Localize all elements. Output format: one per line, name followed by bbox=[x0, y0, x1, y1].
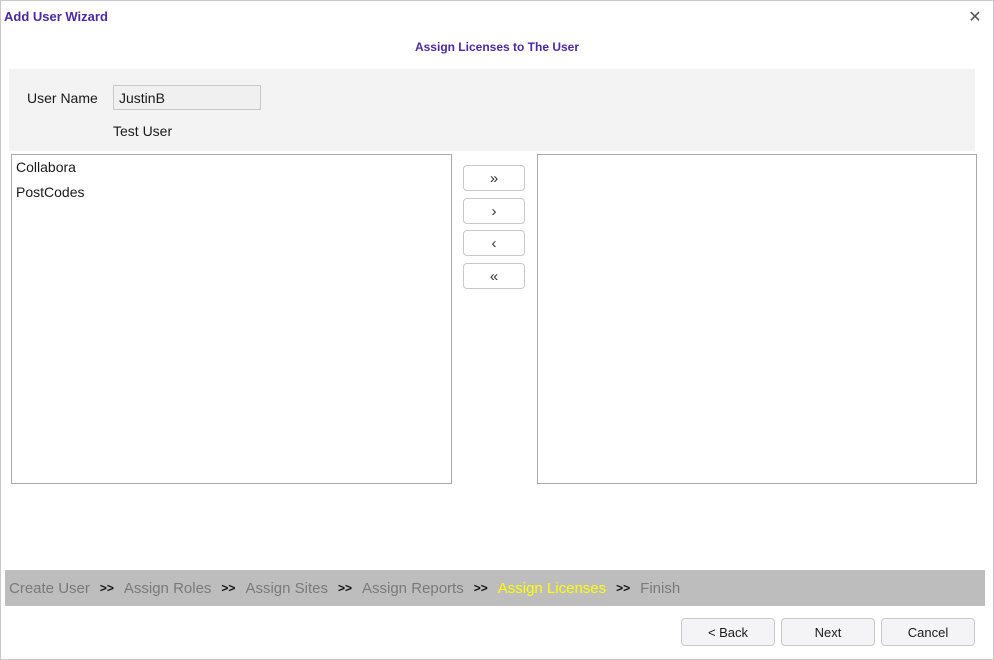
step-separator: >> bbox=[99, 581, 114, 595]
add-user-wizard-dialog: Add User Wizard ✕ Assign Licenses to The… bbox=[0, 0, 994, 660]
cancel-button[interactable]: Cancel bbox=[881, 618, 975, 646]
user-name-field[interactable] bbox=[113, 85, 261, 110]
wizard-steps-bar: Create User >> Assign Roles >> Assign Si… bbox=[5, 570, 985, 606]
next-button[interactable]: Next bbox=[781, 618, 875, 646]
step-assign-roles: Assign Roles bbox=[123, 579, 212, 597]
step-assign-reports: Assign Reports bbox=[362, 579, 464, 597]
step-finish: Finish bbox=[640, 579, 681, 597]
user-name-label: User Name bbox=[27, 90, 98, 106]
step-separator: >> bbox=[337, 581, 352, 595]
remove-all-button[interactable]: « bbox=[463, 263, 525, 289]
add-all-button[interactable]: » bbox=[463, 165, 525, 191]
assigned-licenses-list[interactable] bbox=[537, 154, 977, 484]
step-create-user: Create User bbox=[9, 579, 90, 597]
list-item[interactable]: PostCodes bbox=[12, 180, 451, 205]
step-separator: >> bbox=[221, 581, 236, 595]
user-description: Test User bbox=[113, 123, 173, 139]
add-button[interactable]: › bbox=[463, 198, 525, 224]
step-assign-licenses: Assign Licenses bbox=[497, 579, 607, 597]
step-assign-sites: Assign Sites bbox=[245, 579, 328, 597]
list-item[interactable]: Collabora bbox=[12, 155, 451, 180]
page-title: Assign Licenses to The User bbox=[414, 40, 580, 54]
step-separator: >> bbox=[473, 581, 488, 595]
available-licenses-list[interactable]: Collabora PostCodes bbox=[11, 154, 452, 484]
dialog-title: Add User Wizard bbox=[4, 9, 108, 24]
remove-button[interactable]: ‹ bbox=[463, 230, 525, 256]
back-button[interactable]: < Back bbox=[681, 618, 775, 646]
close-icon[interactable]: ✕ bbox=[965, 7, 985, 27]
step-separator: >> bbox=[616, 581, 631, 595]
